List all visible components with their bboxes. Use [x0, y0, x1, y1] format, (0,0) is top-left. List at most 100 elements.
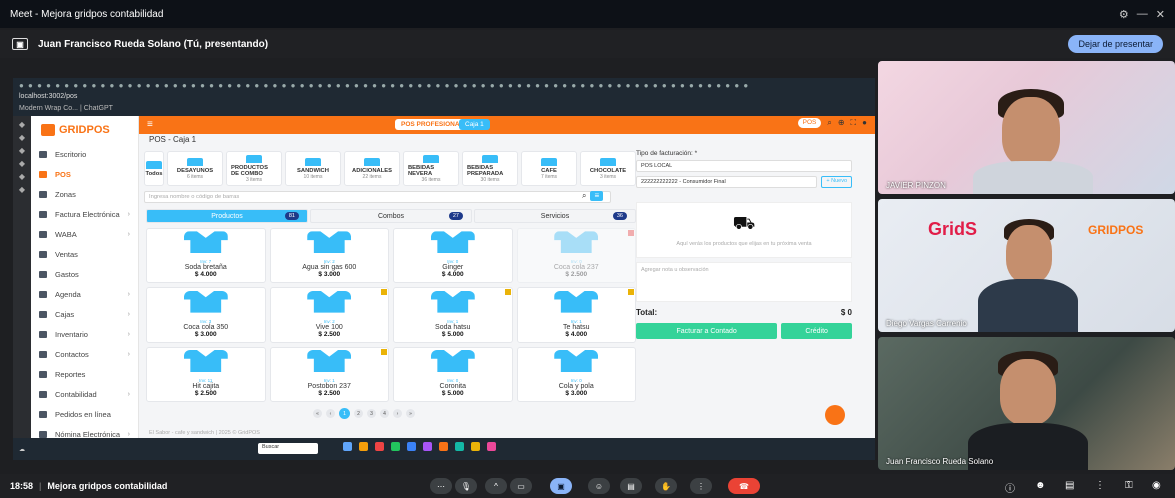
address-bar[interactable]: localhost:3002/pos [19, 93, 77, 100]
client-select[interactable]: 222222222222 - Consumidor Final [636, 176, 818, 188]
captions-icon[interactable]: ▤ [620, 478, 642, 494]
fullscreen-icon[interactable]: ⛶ [851, 118, 857, 128]
sidebar-item[interactable]: Agenda › [31, 284, 138, 304]
sidebar-item[interactable]: Ventas [31, 244, 138, 264]
pos-pill[interactable]: POS [797, 118, 822, 128]
product-card[interactable]: Inv: 2 Vive 100 $ 2.500 [269, 287, 389, 343]
sidebar-item[interactable]: Factura Electrónica › [31, 204, 138, 224]
more-vert-icon[interactable]: ⋮ [690, 478, 712, 494]
chevron-up-icon[interactable]: ^ [485, 478, 507, 494]
page-button[interactable]: » [406, 409, 415, 418]
sidebar-item[interactable]: Contactos › [31, 344, 138, 364]
app-icon[interactable] [455, 442, 464, 451]
strip-icon[interactable]: ◆ [13, 159, 31, 168]
product-card[interactable]: Inv: 1 Soda hatsu $ 5.000 [393, 287, 513, 343]
sidebar-item[interactable]: POS [31, 164, 138, 184]
sidebar-item[interactable]: Pedidos en línea [31, 404, 138, 424]
strip-icon[interactable]: ◆ [13, 133, 31, 142]
app-icon[interactable] [471, 442, 480, 451]
participant-tile[interactable]: Juan Francisco Rueda Solano [878, 337, 1175, 470]
page-button[interactable]: « [313, 409, 322, 418]
tab-productos[interactable]: Productos 81 [146, 209, 308, 223]
close-icon[interactable]: ✕ [1156, 8, 1165, 21]
note-field[interactable]: Agregar nota u observación [636, 262, 852, 302]
app-icon[interactable] [487, 442, 496, 451]
mic-icon[interactable]: 🎙 [455, 478, 477, 494]
chat-icon[interactable]: ▤ [1065, 480, 1074, 491]
app-icon[interactable] [359, 442, 368, 451]
strip-icon[interactable]: ◆ [13, 120, 31, 129]
activities-icon[interactable]: ⋮ [1095, 480, 1105, 491]
page-button[interactable]: ‹ [326, 409, 335, 418]
sidebar-item[interactable]: Zonas [31, 184, 138, 204]
app-icon[interactable] [407, 442, 416, 451]
weather-icon[interactable]: ☁ [19, 446, 25, 453]
app-icon[interactable] [375, 442, 384, 451]
zoom-icon[interactable]: ⊕ [838, 118, 845, 128]
participant-tile[interactable]: JAVIER PINZON [878, 61, 1175, 194]
category-button[interactable]: Todos [144, 151, 164, 186]
people-icon[interactable]: ☻ [1035, 480, 1046, 491]
product-card[interactable]: Inv: 1 Te hatsu $ 4.000 [516, 287, 636, 343]
category-button[interactable]: PRODUCTOS DE COMBO 3 items [226, 151, 282, 186]
strip-icon[interactable]: ◆ [13, 185, 31, 194]
page-button[interactable]: 4 [380, 409, 389, 418]
page-button[interactable]: 1 [339, 408, 350, 419]
product-card[interactable]: Inv: 2 Agua sin gas 600 $ 3.000 [269, 228, 389, 284]
product-card[interactable]: Inv: 3 Coca cola 350 $ 3.000 [146, 287, 266, 343]
end-call-icon[interactable]: ☎ [728, 478, 760, 494]
taskbar-search[interactable]: Buscar [258, 443, 318, 454]
more-options-icon[interactable]: ⋯ [430, 478, 452, 494]
chat-fab[interactable] [825, 405, 845, 425]
product-card[interactable]: Inv: 7 Soda bretaña $ 4.000 [146, 228, 266, 284]
category-button[interactable]: SANDWICH 10 items [285, 151, 341, 186]
credit-button[interactable]: Crédito [781, 323, 852, 339]
page-button[interactable]: › [393, 409, 402, 418]
sidebar-item[interactable]: Gastos [31, 264, 138, 284]
menu-icon[interactable]: ≡ [147, 119, 153, 130]
raise-hand-icon[interactable]: ✋ [655, 478, 677, 494]
strip-icon[interactable]: ◆ [13, 146, 31, 155]
user-avatar[interactable]: ● [862, 118, 867, 128]
gridpos-logo[interactable]: GRIDPOS [31, 116, 138, 144]
category-button[interactable]: BEBIDAS PREPARADA 30 items [462, 151, 518, 186]
category-button[interactable]: DESAYUNOS 6 items [167, 151, 223, 186]
bookmarks-bar[interactable]: Modern Wrap Co... | ChatGPT [19, 105, 113, 112]
product-card[interactable]: Inv: 0 Cola y pola $ 3.000 [516, 346, 636, 402]
pay-cash-button[interactable]: Facturar a Contado [636, 323, 778, 339]
page-button[interactable]: 3 [367, 409, 376, 418]
minimize-icon[interactable]: — [1137, 8, 1148, 21]
info-icon[interactable]: ⓘ [1005, 480, 1015, 495]
app-icon[interactable] [423, 442, 432, 451]
category-button[interactable]: CAFE 7 items [521, 151, 577, 186]
product-card[interactable]: Inv: 0 Ginger $ 4.000 [393, 228, 513, 284]
sidebar-item[interactable]: Reportes [31, 364, 138, 384]
product-card[interactable]: Inv: 1 Postobon 237 $ 2.500 [269, 346, 389, 402]
sidebar-item[interactable]: Cajas › [31, 304, 138, 324]
stop-presenting-button[interactable]: Dejar de presentar [1068, 35, 1163, 53]
sidebar-item[interactable]: WABA › [31, 224, 138, 244]
sidebar-item[interactable]: Contabilidad › [31, 384, 138, 404]
category-button[interactable]: ADICIONALES 22 items [344, 151, 400, 186]
app-icon[interactable] [439, 442, 448, 451]
browser-tabs[interactable]: ● ● ● ● ● ● ● ● ● ● ● ● ● ● ● ● ● ● ● ● … [19, 81, 869, 90]
category-button[interactable]: CHOCOLATE 3 items [580, 151, 636, 186]
search-icon[interactable]: ⌕ [582, 191, 586, 201]
product-card[interactable]: Inv: 11 Hit cajita $ 2.500 [146, 346, 266, 402]
new-client-button[interactable]: + Nuevo [821, 176, 852, 188]
search-icon[interactable]: ⌕ [827, 118, 831, 128]
product-card[interactable]: Inv: 0 Coronita $ 5.000 [393, 346, 513, 402]
category-button[interactable]: BEBIDAS NEVERA 36 items [403, 151, 459, 186]
product-search-input[interactable]: Ingresa nombre o código de barras [144, 191, 611, 203]
settings-icon[interactable]: ⚙ [1119, 8, 1129, 21]
present-screen-icon[interactable]: ▣ [550, 478, 572, 494]
list-view-icon[interactable]: ≡ [590, 191, 604, 201]
tab-combos[interactable]: Combos 27 [310, 209, 472, 223]
billing-type-select[interactable]: POS LOCAL [636, 160, 852, 172]
tab-servicios[interactable]: Servicios 36 [474, 209, 636, 223]
sidebar-item[interactable]: Inventario › [31, 324, 138, 344]
participant-tile[interactable]: GridS GRIDPOS Diego Vargas Carrenio [878, 199, 1175, 332]
app-icon[interactable] [391, 442, 400, 451]
strip-icon[interactable]: ◆ [13, 172, 31, 181]
emoji-icon[interactable]: ☺ [588, 478, 610, 494]
